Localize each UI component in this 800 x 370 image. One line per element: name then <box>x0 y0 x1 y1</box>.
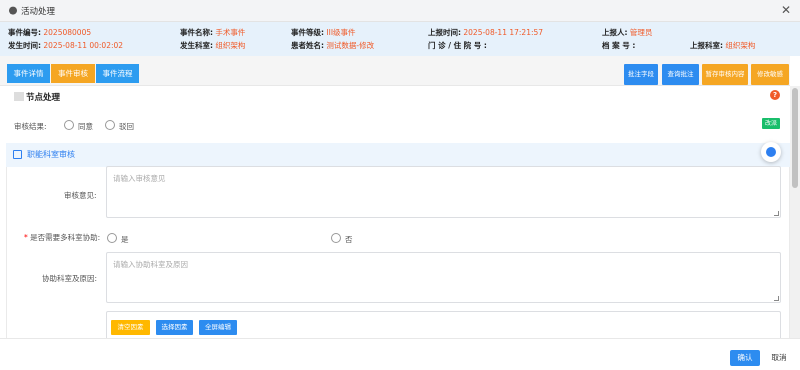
chat-bubble-icon <box>766 147 776 157</box>
reassign-button[interactable]: 改派 <box>762 118 780 129</box>
event-number: 事件编号: 2025080005 <box>8 28 92 37</box>
opinion-label: 审核意见: <box>64 191 97 200</box>
report-time: 上报时间: 2025-08-11 17:21:57 <box>428 28 544 37</box>
toolbar: 事件详情 事件审核 事件流程 批注字段 查询批注 暂存审核内容 修改敏感 <box>0 56 790 86</box>
fullscreen-edit-button[interactable]: 全屏编辑 <box>199 320 237 335</box>
query-annotations-button[interactable]: 查询批注 <box>662 64 699 85</box>
event-name: 事件名称: 手术事件 <box>180 28 246 37</box>
dialog-footer: 确认 取消 <box>0 338 800 370</box>
info-row: 事件编号: 2025080005 事件名称: 手术事件 事件等级: III级事件… <box>0 27 800 41</box>
close-icon[interactable]: ✕ <box>780 4 792 16</box>
radio-multi-dept-yes-label: 是 <box>121 235 129 244</box>
help-icon[interactable]: ? <box>770 90 780 100</box>
audit-result-label: 审核结果: <box>14 122 47 131</box>
annotate-fields-button[interactable]: 批注字段 <box>624 64 658 85</box>
section-header: 职能科室审核 <box>6 143 790 167</box>
cancel-button[interactable]: 取消 <box>764 350 794 366</box>
save-draft-button[interactable]: 暂存审核内容 <box>702 64 748 85</box>
assist-textarea[interactable]: 请输入协助科室及原因 <box>106 252 781 303</box>
event-info-panel: 事件编号: 2025080005 事件名称: 手术事件 事件等级: III级事件… <box>0 22 800 56</box>
resize-handle-icon[interactable] <box>774 211 779 216</box>
dialog-title: 活动处理 <box>21 7 56 17</box>
multi-dept-label: * 是否需要多科室协助: <box>24 233 101 242</box>
confirm-button[interactable]: 确认 <box>730 350 760 366</box>
scrollbar-thumb[interactable] <box>792 88 798 188</box>
reporter: 上报人: 管理员 <box>602 28 653 37</box>
content-area: 节点处理 ? 审核结果: 同意 驳回 改派 职能科室审核 审核意见: 请输入审核… <box>0 86 790 338</box>
radio-multi-dept-no-label: 否 <box>345 235 353 244</box>
assist-placeholder: 请输入协助科室及原因 <box>113 260 188 269</box>
event-level: 事件等级: III级事件 <box>291 28 356 37</box>
title-bar: 活动处理 ✕ <box>0 0 800 22</box>
dialog: 活动处理 ✕ 事件编号: 2025080005 事件名称: 手术事件 事件等级:… <box>0 0 800 370</box>
radio-multi-dept-no[interactable] <box>331 233 341 243</box>
select-factors-button[interactable]: 选择因素 <box>156 320 193 335</box>
radio-multi-dept-yes[interactable] <box>107 233 117 243</box>
opinion-placeholder: 请输入审核意见 <box>113 174 166 183</box>
report-dept: 上报科室: 组织架构 <box>690 41 756 50</box>
scrollbar[interactable] <box>790 86 800 338</box>
radio-agree-label: 同意 <box>78 122 93 131</box>
tab-event-review[interactable]: 事件审核 <box>51 64 95 83</box>
chat-icon <box>9 6 17 15</box>
occur-dept: 发生科室: 组织架构 <box>180 41 246 50</box>
section-title: 职能科室审核 <box>27 150 75 159</box>
clear-factors-button[interactable]: 清空因素 <box>111 320 150 335</box>
opinion-textarea[interactable]: 请输入审核意见 <box>106 166 781 218</box>
radio-agree[interactable] <box>64 120 74 130</box>
radio-reject[interactable] <box>105 120 115 130</box>
outpatient-number: 门 诊 / 住 院 号 : <box>428 41 487 50</box>
info-row: 发生时间: 2025-08-11 00:02:02 发生科室: 组织架构 患者姓… <box>0 40 800 54</box>
audit-result-row: 审核结果: 同意 驳回 <box>14 119 784 133</box>
chat-float-button[interactable] <box>761 142 781 162</box>
node-icon <box>14 92 24 101</box>
modify-sensitive-button[interactable]: 修改敏感 <box>751 64 789 85</box>
factor-box: 清空因素 选择因素 全屏编辑 <box>106 311 781 338</box>
tab-event-flow[interactable]: 事件流程 <box>96 64 139 83</box>
radio-reject-label: 驳回 <box>119 122 134 131</box>
resize-handle-icon[interactable] <box>774 296 779 301</box>
patient-name: 患者姓名: 测试数据-修改 <box>291 41 375 50</box>
tab-event-detail[interactable]: 事件详情 <box>7 64 50 83</box>
occur-time: 发生时间: 2025-08-11 00:02:02 <box>8 41 124 50</box>
archive-number: 档 案 号 : <box>602 41 636 50</box>
edit-icon <box>13 150 22 159</box>
assist-label: 协助科室及原因: <box>42 274 98 283</box>
